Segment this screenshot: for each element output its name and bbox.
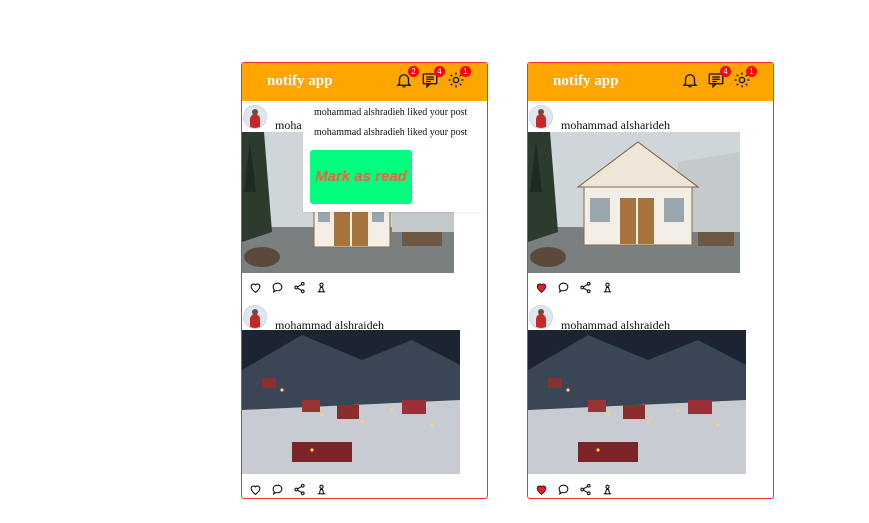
post-header: mohammad alshraideh: [242, 301, 487, 332]
mark-as-read-button[interactable]: Mark as read: [310, 150, 412, 204]
settings-button[interactable]: 1: [447, 66, 471, 89]
info-icon[interactable]: [315, 281, 328, 294]
messages-button[interactable]: 4: [421, 66, 445, 89]
heart-icon[interactable]: [535, 281, 548, 294]
notification-button[interactable]: 2: [395, 66, 419, 89]
settings-count-badge: 1: [460, 66, 471, 77]
avatar[interactable]: [529, 105, 553, 129]
post-card: mohammad alshraideh: [528, 301, 773, 496]
avatar[interactable]: [243, 105, 267, 129]
post-image-village: [242, 330, 460, 474]
notification-dropdown: mohammad alshradieh liked your post moha…: [303, 103, 483, 212]
notification-count-badge: 2: [408, 66, 419, 77]
comment-icon[interactable]: [271, 483, 284, 496]
share-icon[interactable]: [579, 483, 592, 496]
share-icon[interactable]: [579, 281, 592, 294]
info-icon[interactable]: [601, 281, 614, 294]
post-actions: [249, 281, 328, 294]
navbar: notify app 2 4 1: [242, 63, 487, 101]
navbar-icons: 2 4 1: [395, 66, 471, 89]
notification-item[interactable]: mohammad alshradieh liked your post: [303, 103, 483, 123]
post-actions: [249, 483, 328, 496]
app-panel-left: notify app 2 4 1 moha mohammad alshraide…: [241, 62, 488, 499]
post-image-house: [528, 132, 740, 273]
heart-icon[interactable]: [535, 483, 548, 496]
post-actions: [535, 281, 614, 294]
settings-button[interactable]: 1: [733, 66, 757, 89]
comment-icon[interactable]: [557, 281, 570, 294]
post-image-village: [528, 330, 746, 474]
post-header: mohammad alsharideh: [528, 101, 773, 132]
app-logo: notify app: [553, 73, 619, 89]
post-card: mohammad alshraideh: [242, 301, 487, 496]
post-card: mohammad alsharideh: [528, 101, 773, 294]
notification-item[interactable]: mohammad alshradieh liked your post: [303, 123, 483, 143]
share-icon[interactable]: [293, 281, 306, 294]
app-logo: notify app: [267, 73, 333, 89]
heart-icon[interactable]: [249, 483, 262, 496]
comment-icon[interactable]: [557, 483, 570, 496]
message-count-badge: 4: [434, 66, 445, 77]
info-icon[interactable]: [315, 483, 328, 496]
notification-button[interactable]: [681, 71, 699, 89]
navbar: notify app 4 1: [528, 63, 773, 101]
comment-icon[interactable]: [271, 281, 284, 294]
post-username: mohammad alsharideh: [561, 118, 670, 132]
post-header: mohammad alshraideh: [528, 301, 773, 332]
info-icon[interactable]: [601, 483, 614, 496]
navbar-icons: 4 1: [681, 66, 757, 89]
post-actions: [535, 483, 614, 496]
bell-icon: [682, 74, 698, 88]
message-count-badge: 4: [720, 66, 731, 77]
post-username: moha: [275, 118, 302, 132]
settings-count-badge: 1: [746, 66, 757, 77]
heart-icon[interactable]: [249, 281, 262, 294]
avatar[interactable]: [243, 305, 267, 329]
app-panel-right: notify app 4 1 mohammad alsharideh moham…: [527, 62, 774, 499]
messages-button[interactable]: 4: [707, 66, 731, 89]
avatar[interactable]: [529, 305, 553, 329]
share-icon[interactable]: [293, 483, 306, 496]
